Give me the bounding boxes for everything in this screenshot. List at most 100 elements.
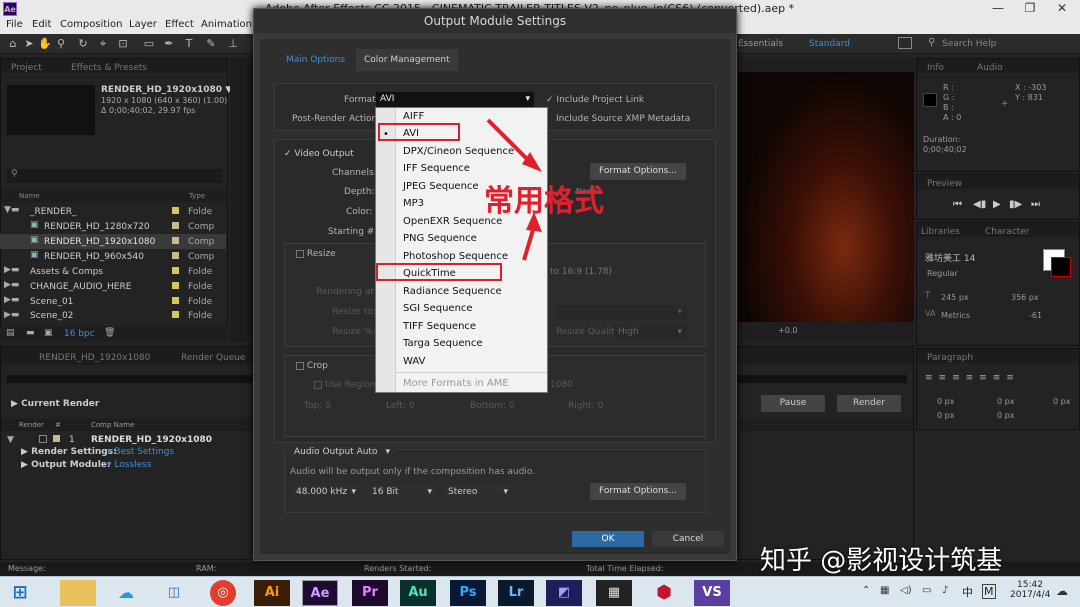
include-project-link-checkbox[interactable]: ✓ Include Project Link [546, 95, 644, 105]
photoshop-icon[interactable]: Ps [450, 580, 486, 606]
format-options-button[interactable]: Format Options... [590, 163, 686, 180]
audition-icon[interactable]: Au [400, 580, 436, 606]
menu-animation[interactable]: Animation [201, 19, 252, 30]
menu-edit[interactable]: Edit [32, 19, 51, 30]
tab-color-management[interactable]: Color Management [356, 49, 458, 71]
video-output-checkbox[interactable]: ✓ Video Output [284, 149, 354, 159]
resize-checkbox[interactable]: Resize [296, 249, 336, 259]
cancel-button[interactable]: Cancel [652, 531, 724, 547]
format-option-radiance[interactable]: Radiance Sequence [403, 286, 502, 297]
menu-effect[interactable]: Effect [165, 19, 194, 30]
maximize-icon[interactable]: ❐ [1014, 0, 1046, 18]
type-tool-icon[interactable]: T [182, 37, 196, 51]
render-settings-link[interactable]: ▾ Best Settings [107, 447, 174, 457]
audio-format-options-button[interactable]: Format Options... [590, 483, 686, 500]
indent-left-value[interactable]: 0 px [937, 397, 954, 406]
use-region-checkbox[interactable]: Use Region [314, 380, 375, 390]
expand-icon[interactable]: ▼ [7, 435, 14, 445]
network-icon[interactable]: ▦ [880, 585, 889, 596]
visual-studio-icon[interactable]: VS [694, 580, 730, 606]
home-icon[interactable]: ⌂ [6, 37, 20, 51]
list-item[interactable]: ▼▬ _RENDER_ Folde [0, 204, 226, 219]
lossless-link[interactable]: Lossless [114, 460, 151, 470]
monitor-icon[interactable]: ▭ [922, 585, 931, 596]
project-search-input[interactable]: ⚲ [7, 169, 223, 183]
format-option-jpeg[interactable]: JPEG Sequence [403, 181, 479, 192]
next-frame-icon[interactable]: ▮▶ [1009, 199, 1022, 210]
media-encoder-icon[interactable]: ◩ [546, 580, 582, 606]
bit-depth-dropdown[interactable]: 16 Bit ▾ [368, 485, 436, 500]
close-icon[interactable]: ✕ [1046, 0, 1078, 18]
font-size-value[interactable]: 245 px [941, 293, 969, 302]
last-frame-icon[interactable]: ⏭ [1031, 199, 1040, 210]
app-icon-blue[interactable]: ◫ [156, 580, 192, 606]
font-style-select[interactable]: Regular [927, 269, 958, 278]
space-before-value[interactable]: 0 px [937, 411, 954, 420]
notification-icon[interactable]: ☁ [1056, 584, 1068, 598]
format-option-sgi[interactable]: SGI Sequence [403, 303, 473, 314]
stroke-color-swatch[interactable] [1051, 257, 1071, 277]
format-dropdown[interactable]: AVI ▾ [376, 92, 534, 107]
list-item[interactable]: ▣ RENDER_HD_1280x720 Comp [0, 219, 226, 234]
file-explorer-icon[interactable] [60, 580, 96, 606]
resize-quality-dropdown[interactable]: High ▾ [614, 325, 686, 340]
clock[interactable]: 15:42 2017/4/4 [1010, 580, 1050, 600]
prev-frame-icon[interactable]: ◀▮ [973, 199, 986, 210]
indent-first-value[interactable]: 0 px [1053, 397, 1070, 406]
bpc-setting[interactable]: 16 bpc [64, 329, 95, 339]
ok-button[interactable]: OK [572, 531, 644, 547]
chevron-right-icon[interactable]: ▶ [11, 399, 18, 409]
audio-output-dropdown[interactable]: Audio Output Auto ▾ [290, 445, 394, 460]
list-item[interactable]: ▶▬ CHANGE_AUDIO_HERE Folde [0, 279, 226, 294]
pause-button[interactable]: Pause [761, 395, 825, 412]
pan-behind-tool-icon[interactable]: ⊡ [116, 37, 130, 51]
tab-character[interactable]: Character [985, 227, 1029, 237]
baidu-netdisk-icon[interactable]: ☁ [108, 580, 144, 606]
new-comp-icon[interactable]: ▣ [44, 328, 53, 338]
workspace-icon[interactable] [898, 37, 912, 49]
render-checkbox[interactable] [39, 435, 47, 443]
leading-value[interactable]: 356 px [1011, 293, 1039, 302]
tab-audio[interactable]: Audio [977, 63, 1003, 73]
crop-top[interactable]: Top: 0 [304, 401, 331, 411]
audio-channels-dropdown[interactable]: Stereo ▾ [444, 485, 512, 500]
include-xmp-label[interactable]: Include Source XMP Metadata [556, 114, 690, 124]
list-item[interactable]: ▣ RENDER_HD_960x540 Comp [0, 249, 226, 264]
crop-left[interactable]: Left: 0 [386, 401, 415, 411]
new-folder-icon[interactable]: ▬ [26, 328, 35, 338]
format-option-aiff[interactable]: AIFF [403, 111, 424, 122]
indent-right-value[interactable]: 0 px [997, 397, 1014, 406]
tab-comp[interactable]: RENDER_HD_1920x1080 [39, 353, 150, 363]
tab-render-queue[interactable]: Render Queue [181, 353, 245, 363]
zoom-tool-icon[interactable]: ⚲ [54, 37, 68, 51]
workspace-standard[interactable]: Standard [809, 39, 850, 49]
list-item[interactable]: ▣ RENDER_HD_1920x1080 Comp [0, 234, 226, 249]
format-option-tiff[interactable]: TIFF Sequence [403, 321, 476, 332]
first-frame-icon[interactable]: ⏮ [953, 199, 962, 210]
lightroom-icon[interactable]: Lr [498, 580, 534, 606]
rotate-tool-icon[interactable]: ↻ [76, 37, 90, 51]
resolve-icon[interactable]: ⬢ [646, 580, 682, 606]
ime-indicator[interactable]: 中 [962, 584, 973, 600]
menu-composition[interactable]: Composition [60, 19, 122, 30]
tab-effects-presets[interactable]: Effects & Presets [71, 63, 147, 73]
windows-start-icon[interactable]: ⊞ [2, 580, 38, 606]
crop-right[interactable]: Right: 0 [568, 401, 603, 411]
premiere-icon[interactable]: Pr [352, 580, 388, 606]
after-effects-icon[interactable]: Ae [302, 580, 338, 606]
format-option-png[interactable]: PNG Sequence [403, 233, 477, 244]
hand-tool-icon[interactable]: ✋ [38, 37, 52, 51]
list-item[interactable]: ▶▬ Scene_01 Folde [0, 294, 226, 309]
format-option-iff[interactable]: IFF Sequence [403, 163, 470, 174]
stamp-tool-icon[interactable]: ⊥ [226, 37, 240, 51]
format-option-mp3[interactable]: MP3 [403, 198, 424, 209]
list-item[interactable]: ▶▬ Assets & Comps Folde [0, 264, 226, 279]
tab-paragraph[interactable]: Paragraph [927, 353, 973, 363]
play-icon[interactable]: ▶ [993, 199, 1001, 210]
tab-project[interactable]: Project [11, 63, 42, 73]
tray-arrow-icon[interactable]: ⌃ [862, 585, 870, 596]
video-app-icon[interactable]: ▦ [596, 580, 632, 606]
best-settings-link[interactable]: Best Settings [114, 447, 174, 457]
tab-preview[interactable]: Preview [927, 179, 962, 189]
menu-layer[interactable]: Layer [129, 19, 157, 30]
